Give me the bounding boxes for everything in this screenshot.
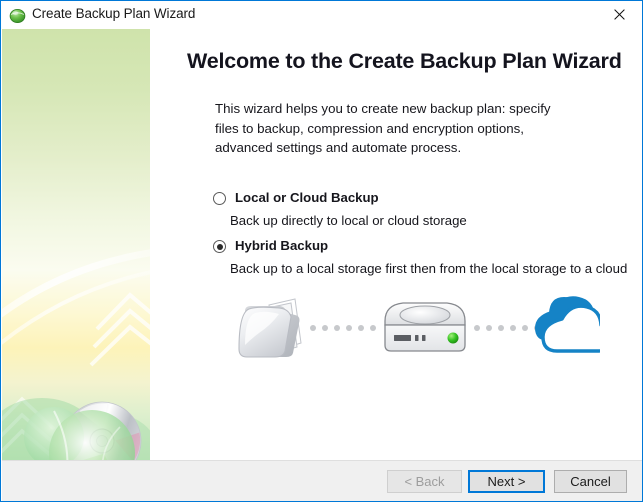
folder-icon	[238, 298, 302, 358]
radio-description-local-or-cloud-backup: Back up directly to local or cloud stora…	[230, 213, 467, 228]
external-drive-icon	[384, 302, 466, 352]
radio-label-hybrid-backup: Hybrid Backup	[235, 238, 329, 253]
green-globe-icon	[9, 7, 26, 24]
back-button[interactable]: < Back	[387, 470, 462, 493]
radio-option-hybrid-backup[interactable]: Hybrid Backup Back up to a local storage…	[213, 238, 628, 276]
sidebar-artwork	[2, 249, 150, 460]
radio-button-hybrid-backup[interactable]	[213, 240, 226, 253]
window-title: Create Backup Plan Wizard	[32, 6, 196, 21]
radio-button-local-or-cloud-backup[interactable]	[213, 192, 226, 205]
page-title: Welcome to the Create Backup Plan Wizard	[187, 49, 622, 73]
radio-description-hybrid-backup: Back up to a local storage first then fr…	[230, 261, 628, 276]
cloud-icon	[535, 296, 600, 353]
wizard-footer: < Back Next > Cancel	[2, 460, 642, 501]
backup-flow-illustration	[238, 296, 600, 358]
title-bar: Create Backup Plan Wizard	[1, 1, 642, 29]
option-header: Hybrid Backup	[213, 238, 623, 256]
close-icon[interactable]	[597, 1, 642, 28]
option-header: Local or Cloud Backup	[213, 190, 623, 208]
dotted-connector-right	[474, 325, 540, 331]
cancel-button[interactable]: Cancel	[554, 470, 627, 493]
wizard-content: Welcome to the Create Backup Plan Wizard…	[150, 29, 642, 460]
wizard-sidebar-banner	[2, 29, 150, 460]
radio-label-local-or-cloud-backup: Local or Cloud Backup	[235, 190, 379, 205]
page-description: This wizard helps you to create new back…	[215, 101, 551, 155]
wizard-window: Create Backup Plan Wizard Welcome to the…	[0, 0, 643, 502]
dotted-connector-left	[310, 325, 376, 331]
radio-option-local-or-cloud-backup[interactable]: Local or Cloud Backup Back up directly t…	[213, 190, 623, 228]
next-button[interactable]: Next >	[468, 470, 545, 493]
